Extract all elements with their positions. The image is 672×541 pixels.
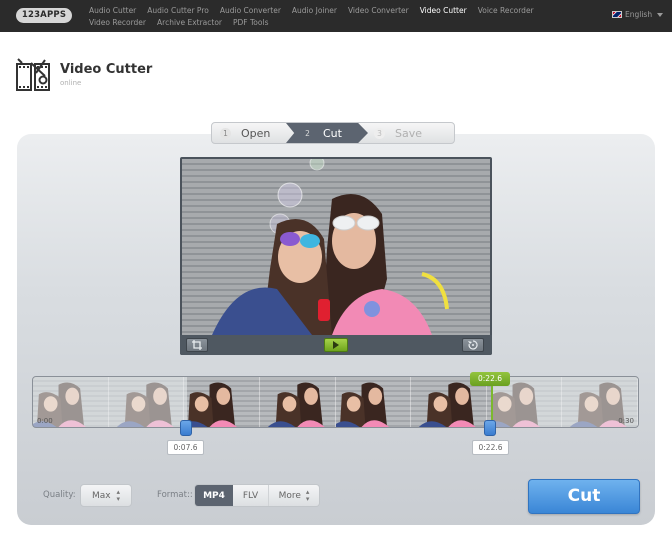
page-subtitle: online: [60, 79, 82, 87]
nav-audio-cutter-pro[interactable]: Audio Cutter Pro: [147, 5, 209, 17]
nav-audio-joiner[interactable]: Audio Joiner: [292, 5, 337, 17]
nav-audio-converter[interactable]: Audio Converter: [220, 5, 281, 17]
format-flv-button[interactable]: FLV: [233, 485, 269, 506]
timeline-start-label: 0:00: [37, 417, 53, 425]
nav-video-cutter[interactable]: Video Cutter: [420, 5, 467, 17]
timeline-end-label: 0:30: [618, 417, 634, 425]
crop-icon: [192, 340, 202, 350]
cut-button[interactable]: Cut: [528, 479, 640, 514]
step-label: Open: [241, 126, 271, 140]
step-number: 3: [374, 127, 385, 139]
app-nav: Audio Cutter Audio Cutter Pro Audio Conv…: [89, 5, 589, 29]
step-indicator: 1 Open 2 Cut 3 Save: [211, 122, 455, 144]
video-preview[interactable]: [182, 159, 490, 335]
step-label: Save: [395, 126, 423, 140]
timeline-filmstrip[interactable]: 0:00 0:30: [32, 376, 639, 428]
trim-start-time[interactable]: 0:07.6: [167, 440, 204, 455]
format-label: Format::: [157, 490, 193, 500]
trim-end-handle[interactable]: [484, 420, 496, 436]
playhead-time-tag: 0:22.6: [470, 372, 510, 386]
format-more-select[interactable]: More ▴ ▾: [269, 485, 319, 506]
rotate-button[interactable]: [462, 338, 484, 352]
timeline-thumbnail: [335, 377, 412, 427]
video-frame-image: [212, 159, 449, 335]
play-button[interactable]: [324, 338, 348, 352]
step-open[interactable]: 1 Open: [212, 123, 292, 143]
nav-archive-extractor[interactable]: Archive Extractor: [157, 17, 222, 29]
logo-123apps[interactable]: 123APPS: [16, 8, 72, 23]
step-cut[interactable]: 2 Cut: [286, 123, 368, 143]
film-scissors-icon: [16, 58, 50, 91]
crop-button[interactable]: [186, 338, 208, 352]
step-number: 1: [220, 127, 231, 139]
top-navigation-bar: 123APPS Audio Cutter Audio Cutter Pro Au…: [0, 0, 672, 32]
updown-arrows-icon: ▴ ▾: [305, 487, 310, 503]
page-title: Video Cutter: [60, 62, 153, 77]
nav-voice-recorder[interactable]: Voice Recorder: [478, 5, 534, 17]
timeline-thumbnail: [184, 377, 260, 427]
trimmed-region-left: [33, 377, 187, 427]
trim-end-time[interactable]: 0:22.6: [472, 440, 509, 455]
trimmed-region-right: [491, 377, 638, 427]
nav-audio-cutter[interactable]: Audio Cutter: [89, 5, 136, 17]
nav-pdf-tools[interactable]: PDF Tools: [233, 17, 268, 29]
format-selector: MP4 FLV More ▴ ▾: [194, 484, 320, 507]
language-label: English: [625, 10, 653, 19]
player-controls: [180, 335, 492, 355]
rotate-icon: [468, 340, 478, 350]
video-player: [180, 157, 492, 355]
quality-select[interactable]: Max ▴ ▾: [80, 484, 132, 507]
format-more-label: More: [278, 490, 301, 501]
timeline-thumbnail: [259, 377, 336, 427]
step-number: 2: [305, 128, 310, 138]
quality-value: Max: [91, 490, 111, 501]
nav-video-recorder[interactable]: Video Recorder: [89, 17, 146, 29]
step-label: Cut: [323, 126, 342, 140]
format-mp4-button[interactable]: MP4: [195, 485, 233, 506]
updown-arrows-icon: ▴ ▾: [116, 487, 121, 503]
language-selector[interactable]: English: [612, 10, 664, 19]
play-icon: [333, 341, 339, 349]
uk-flag-icon: [612, 11, 622, 18]
chevron-down-icon: [657, 12, 664, 17]
quality-label: Quality:: [43, 490, 76, 500]
trim-start-handle[interactable]: [180, 420, 192, 436]
step-save: 3 Save: [362, 123, 442, 143]
nav-video-converter[interactable]: Video Converter: [348, 5, 409, 17]
